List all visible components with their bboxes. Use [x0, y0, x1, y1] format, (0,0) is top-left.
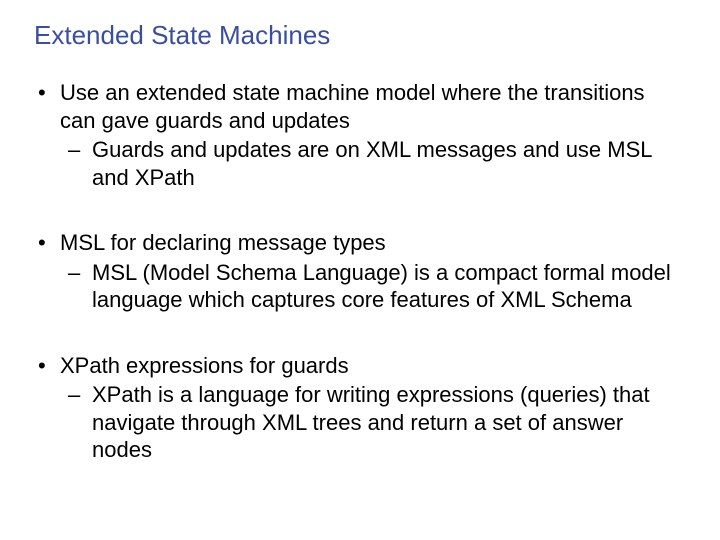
list-item: XPath is a language for writing expressi… [60, 381, 686, 464]
sub-list: MSL (Model Schema Language) is a compact… [60, 259, 686, 314]
bullet-text: XPath expressions for guards [60, 353, 349, 378]
bullet-text: XPath is a language for writing expressi… [92, 382, 650, 462]
bullet-text: Guards and updates are on XML messages a… [92, 137, 652, 190]
bullet-list: Use an extended state machine model wher… [34, 79, 686, 464]
bullet-text: MSL (Model Schema Language) is a compact… [92, 260, 671, 313]
slide-title: Extended State Machines [34, 20, 686, 51]
list-item: MSL for declaring message types MSL (Mod… [34, 229, 686, 314]
bullet-text: MSL for declaring message types [60, 230, 386, 255]
slide: Extended State Machines Use an extended … [0, 0, 720, 540]
sub-list: XPath is a language for writing expressi… [60, 381, 686, 464]
bullet-text: Use an extended state machine model wher… [60, 80, 645, 133]
sub-list: Guards and updates are on XML messages a… [60, 136, 686, 191]
list-item: Guards and updates are on XML messages a… [60, 136, 686, 191]
list-item: Use an extended state machine model wher… [34, 79, 686, 191]
list-item: MSL (Model Schema Language) is a compact… [60, 259, 686, 314]
list-item: XPath expressions for guards XPath is a … [34, 352, 686, 464]
